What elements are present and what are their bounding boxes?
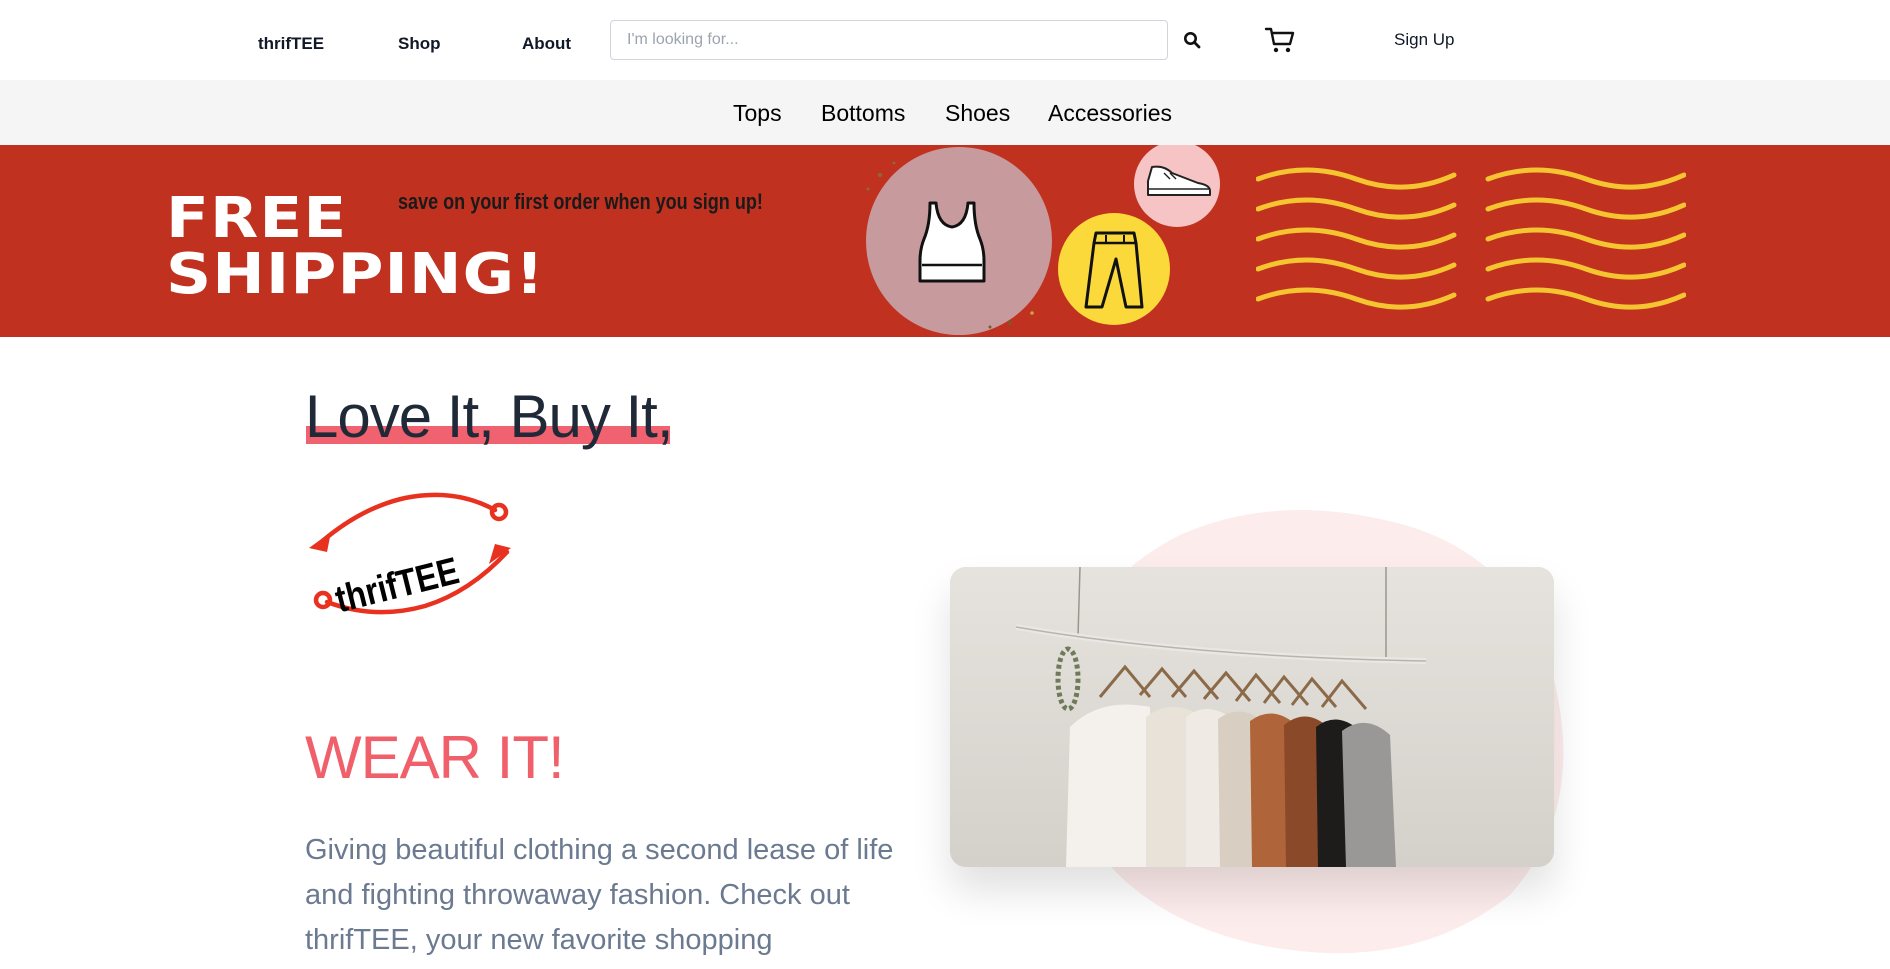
search-input[interactable] bbox=[610, 20, 1168, 60]
sign-up-link[interactable]: Sign Up bbox=[1394, 30, 1454, 50]
sneaker-icon bbox=[1147, 165, 1211, 196]
hero-description: Giving beautiful clothing a second lease… bbox=[305, 834, 894, 956]
sneaker-circle bbox=[1134, 145, 1220, 227]
free-shipping-banner[interactable]: FREE SHIPPING! save on your first order … bbox=[0, 145, 1890, 337]
hero-headline-text: Love It, Buy It, bbox=[305, 383, 674, 450]
category-accessories[interactable]: Accessories bbox=[1048, 100, 1172, 127]
category-tops[interactable]: Tops bbox=[733, 100, 782, 127]
banner-tagline: save on your first order when you sign u… bbox=[398, 189, 763, 214]
speckle-decor bbox=[866, 161, 1034, 329]
pants-circle bbox=[1058, 213, 1170, 325]
clothing-rack-image bbox=[950, 567, 1554, 867]
nav-about-link[interactable]: About bbox=[522, 34, 571, 54]
wear-it-heading: WEAR IT! bbox=[305, 724, 565, 791]
nav-shop-link[interactable]: Shop bbox=[398, 34, 441, 54]
thriftee-logo: thrifTEE bbox=[305, 488, 515, 621]
pants-icon bbox=[1084, 231, 1144, 309]
category-bottoms[interactable]: Bottoms bbox=[821, 100, 905, 127]
category-shoes[interactable]: Shoes bbox=[945, 100, 1010, 127]
search-icon[interactable] bbox=[1180, 28, 1204, 52]
hero-headline: Love It, Buy It, bbox=[305, 382, 674, 451]
category-bar: Tops Bottoms Shoes Accessories bbox=[0, 80, 1890, 145]
banner-line-shipping: SHIPPING! bbox=[166, 242, 545, 307]
cart-icon[interactable] bbox=[1263, 24, 1297, 56]
brand-link[interactable]: thrifTEE bbox=[258, 34, 324, 54]
top-navigation: thrifTEE Shop About Sign Up bbox=[0, 0, 1890, 80]
wave-decor bbox=[1256, 167, 1686, 310]
banner-line-free: FREE bbox=[166, 186, 348, 251]
